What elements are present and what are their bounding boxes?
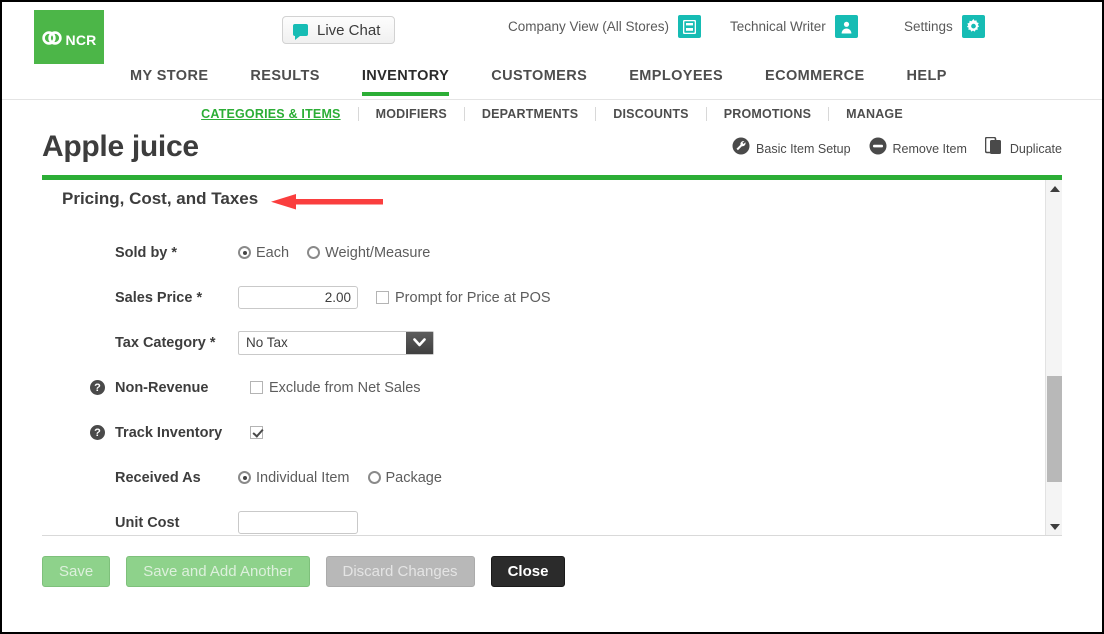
nav-item-help[interactable]: HELP	[907, 64, 947, 96]
close-button[interactable]: Close	[490, 556, 566, 587]
remove-item-label: Remove Item	[892, 141, 967, 156]
scrollbar-thumb[interactable]	[1047, 376, 1062, 482]
chevron-down-icon[interactable]	[406, 331, 433, 354]
basic-item-setup-action[interactable]: Basic Item Setup	[732, 137, 851, 160]
save-button[interactable]: Save	[42, 556, 111, 587]
subnav-item-manage[interactable]: MANAGE	[828, 106, 920, 121]
nav-item-ecommerce[interactable]: ECOMMERCE	[765, 64, 864, 96]
received-as-radio-group: Individual Item Package	[238, 470, 442, 486]
form-row-received-as: Received As Individual Item Package	[42, 455, 1038, 500]
duplicate-label: Duplicate	[1009, 141, 1062, 156]
tax-category-select[interactable]: No Tax	[238, 330, 434, 355]
prompt-for-price-checkbox[interactable]: Prompt for Price at POS	[376, 290, 551, 306]
unit-cost-input[interactable]	[238, 511, 358, 534]
ncr-mark-icon	[41, 30, 64, 51]
nav-item-employees[interactable]: EMPLOYEES	[629, 64, 723, 96]
form-row-unit-cost: Unit Cost	[42, 500, 1038, 535]
company-view-control[interactable]: Company View (All Stores)	[508, 15, 702, 38]
form-row-sales-price: Sales Price * Prompt for Price at POS	[42, 275, 1038, 320]
track-inventory-label: Track Inventory	[115, 424, 223, 441]
unit-cost-label: Unit Cost	[115, 514, 180, 531]
form-row-tax-category: Tax Category * No Tax	[42, 320, 1038, 365]
remove-item-action[interactable]: Remove Item	[869, 137, 967, 160]
minus-circle-icon	[869, 137, 887, 160]
sub-navigation: CATEGORIES & ITEMS MODIFIERS DEPARTMENTS…	[2, 100, 1102, 127]
help-icon-non-revenue[interactable]: ?	[90, 380, 105, 395]
form-row-track-inventory: ? Track Inventory	[42, 410, 1038, 455]
user-name-label: Technical Writer	[730, 19, 826, 34]
main-navigation: MY STORE RESULTS INVENTORY CUSTOMERS EMP…	[2, 64, 1102, 100]
subnav-item-categories-items[interactable]: CATEGORIES & ITEMS	[184, 107, 358, 121]
company-view-label: Company View (All Stores)	[508, 19, 670, 34]
panel-scrollbar[interactable]	[1045, 180, 1062, 535]
subnav-item-promotions[interactable]: PROMOTIONS	[705, 106, 828, 121]
help-icon-track-inventory[interactable]: ?	[90, 425, 105, 440]
application-window: NCR Live Chat Company View (All Stores) …	[2, 2, 1102, 632]
radio-package-icon[interactable]	[367, 471, 381, 484]
settings-label: Settings	[904, 19, 953, 34]
ncr-logo[interactable]: NCR	[34, 10, 104, 70]
prompt-for-price-check-icon[interactable]	[376, 291, 389, 304]
basic-item-setup-label: Basic Item Setup	[756, 141, 851, 156]
arrow-down-icon	[1049, 523, 1060, 530]
sales-price-label: Sales Price *	[115, 289, 203, 306]
page-title: Apple juice	[42, 130, 199, 163]
live-chat-button[interactable]: Live Chat	[282, 16, 396, 44]
scroll-up-button[interactable]	[1046, 180, 1062, 197]
nav-item-results[interactable]: RESULTS	[250, 64, 319, 96]
sold-by-radio-group: Each Weight/Measure	[238, 245, 430, 261]
save-and-add-another-button[interactable]: Save and Add Another	[126, 556, 310, 587]
duplicate-icon	[984, 136, 1004, 160]
sold-by-label: Sold by *	[115, 244, 178, 261]
subnav-item-departments[interactable]: DEPARTMENTS	[463, 106, 595, 121]
red-arrow-annotation-icon	[270, 192, 384, 217]
ncr-wordmark: NCR	[65, 32, 97, 48]
radio-weight-measure-icon[interactable]	[307, 246, 321, 259]
store-icon[interactable]	[678, 15, 702, 38]
received-as-label: Received As	[115, 469, 201, 486]
pricing-form: Sold by * Each Weight/Measure Sales Pric…	[42, 230, 1038, 535]
radio-option-each[interactable]: Each	[238, 245, 289, 261]
settings-control[interactable]: Settings	[904, 15, 985, 38]
page-actions: Basic Item Setup Remove Item Duplicate	[732, 136, 1062, 160]
tax-category-label: Tax Category *	[115, 334, 216, 351]
discard-changes-button[interactable]: Discard Changes	[325, 556, 475, 587]
nav-item-inventory[interactable]: INVENTORY	[361, 64, 450, 96]
user-account-control[interactable]: Technical Writer	[730, 15, 858, 38]
sales-price-input[interactable]	[238, 286, 358, 309]
subnav-item-modifiers[interactable]: MODIFIERS	[357, 106, 464, 121]
track-inventory-check-icon[interactable]	[250, 426, 263, 439]
duplicate-action[interactable]: Duplicate	[984, 136, 1062, 160]
nav-item-my-store[interactable]: MY STORE	[130, 64, 208, 96]
live-chat-label: Live Chat	[317, 21, 381, 39]
radio-option-weight-measure[interactable]: Weight/Measure	[307, 245, 430, 261]
subnav-item-discounts[interactable]: DISCOUNTS	[595, 106, 705, 121]
nav-item-customers[interactable]: CUSTOMERS	[491, 64, 587, 96]
chat-bubble-icon	[293, 24, 308, 40]
exclude-net-sales-check-icon[interactable]	[250, 381, 263, 394]
wrench-icon	[732, 137, 750, 160]
radio-individual-item-icon[interactable]	[238, 471, 251, 484]
radio-option-individual-item[interactable]: Individual Item	[238, 470, 350, 486]
arrow-up-icon	[1049, 185, 1060, 192]
form-row-non-revenue: ? Non-Revenue Exclude from Net Sales	[42, 365, 1038, 410]
page-header: Apple juice Basic Item Setup Remove Item…	[42, 127, 1062, 175]
radio-each-icon[interactable]	[238, 246, 251, 259]
exclude-from-net-sales-checkbox[interactable]: Exclude from Net Sales	[250, 380, 421, 396]
content-panel: Pricing, Cost, and Taxes Sold by * Each …	[42, 180, 1062, 536]
tax-category-value: No Tax	[246, 335, 288, 350]
section-title: Pricing, Cost, and Taxes	[62, 189, 259, 208]
top-bar: NCR Live Chat Company View (All Stores) …	[2, 2, 1102, 70]
scroll-down-button[interactable]	[1046, 518, 1062, 535]
user-icon[interactable]	[834, 15, 858, 38]
gear-icon[interactable]	[961, 15, 985, 38]
form-footer: Save Save and Add Another Discard Change…	[42, 536, 1062, 587]
radio-option-package[interactable]: Package	[367, 470, 442, 486]
form-row-sold-by: Sold by * Each Weight/Measure	[42, 230, 1038, 275]
non-revenue-label: Non-Revenue	[115, 379, 209, 396]
